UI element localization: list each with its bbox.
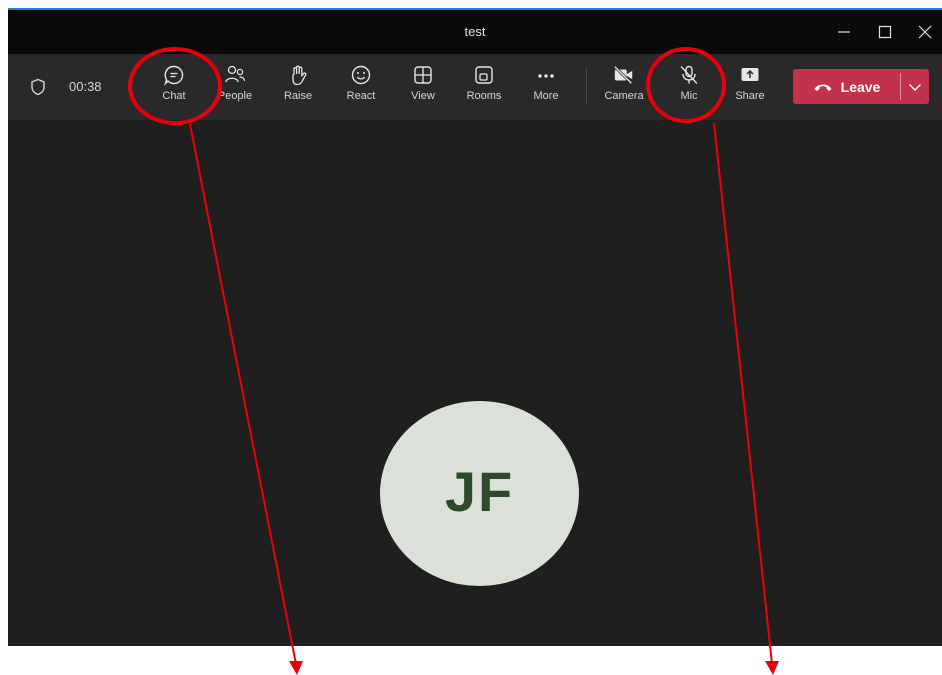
react-button[interactable]: React bbox=[334, 64, 388, 110]
share-label: Share bbox=[735, 90, 765, 102]
react-label: React bbox=[346, 90, 376, 102]
leave-button-group: Leave bbox=[793, 69, 929, 104]
meeting-window: test 00:38 Chat People Raise React View … bbox=[8, 8, 942, 646]
participant-avatar: JF bbox=[380, 401, 579, 586]
view-button[interactable]: View bbox=[396, 64, 450, 110]
toolbar-divider bbox=[586, 68, 587, 104]
share-icon bbox=[739, 64, 761, 86]
close-button[interactable] bbox=[908, 16, 942, 48]
chat-label: Chat bbox=[162, 90, 186, 102]
camera-label: Camera bbox=[604, 90, 644, 102]
maximize-icon bbox=[878, 25, 892, 39]
mic-arrow-head bbox=[765, 661, 779, 675]
raise-hand-button[interactable]: Raise bbox=[271, 64, 325, 110]
people-label: People bbox=[217, 90, 253, 102]
rooms-label: Rooms bbox=[466, 90, 502, 102]
chat-button[interactable]: Chat bbox=[147, 64, 201, 110]
people-icon bbox=[224, 64, 246, 86]
maximize-button[interactable] bbox=[868, 16, 902, 48]
camera-button[interactable]: Camera bbox=[597, 64, 651, 110]
mic-label: Mic bbox=[680, 90, 698, 102]
meeting-timer: 00:38 bbox=[69, 79, 102, 94]
chevron-down-icon bbox=[909, 83, 921, 91]
people-button[interactable]: People bbox=[208, 64, 262, 110]
meeting-info-button[interactable] bbox=[30, 78, 46, 101]
more-button[interactable]: More bbox=[519, 64, 573, 110]
raise-label: Raise bbox=[283, 90, 313, 102]
hang-up-icon bbox=[814, 84, 832, 91]
chat-icon bbox=[163, 64, 185, 86]
leave-options-button[interactable] bbox=[901, 69, 929, 104]
window-title: test bbox=[464, 24, 486, 39]
title-bar: test bbox=[8, 10, 942, 54]
shield-icon bbox=[31, 78, 45, 96]
leave-button[interactable]: Leave bbox=[793, 69, 900, 104]
ellipsis-icon bbox=[535, 64, 557, 86]
meeting-toolbar: 00:38 Chat People Raise React View Rooms… bbox=[8, 54, 942, 120]
chat-arrow-head bbox=[289, 661, 303, 675]
participant-initials: JF bbox=[444, 460, 515, 523]
close-icon bbox=[918, 25, 932, 39]
minimize-button[interactable] bbox=[827, 16, 861, 48]
hand-icon bbox=[287, 64, 309, 86]
share-button[interactable]: Share bbox=[723, 64, 777, 110]
mic-button[interactable]: Mic bbox=[662, 64, 716, 110]
rooms-icon bbox=[473, 64, 495, 86]
grid-icon bbox=[412, 64, 434, 86]
smiley-icon bbox=[350, 64, 372, 86]
camera-off-icon bbox=[613, 64, 635, 86]
rooms-button[interactable]: Rooms bbox=[457, 64, 511, 110]
view-label: View bbox=[411, 90, 435, 102]
minimize-icon bbox=[838, 31, 850, 33]
mic-off-icon bbox=[678, 64, 700, 86]
leave-label: Leave bbox=[840, 78, 881, 95]
more-label: More bbox=[533, 90, 559, 102]
